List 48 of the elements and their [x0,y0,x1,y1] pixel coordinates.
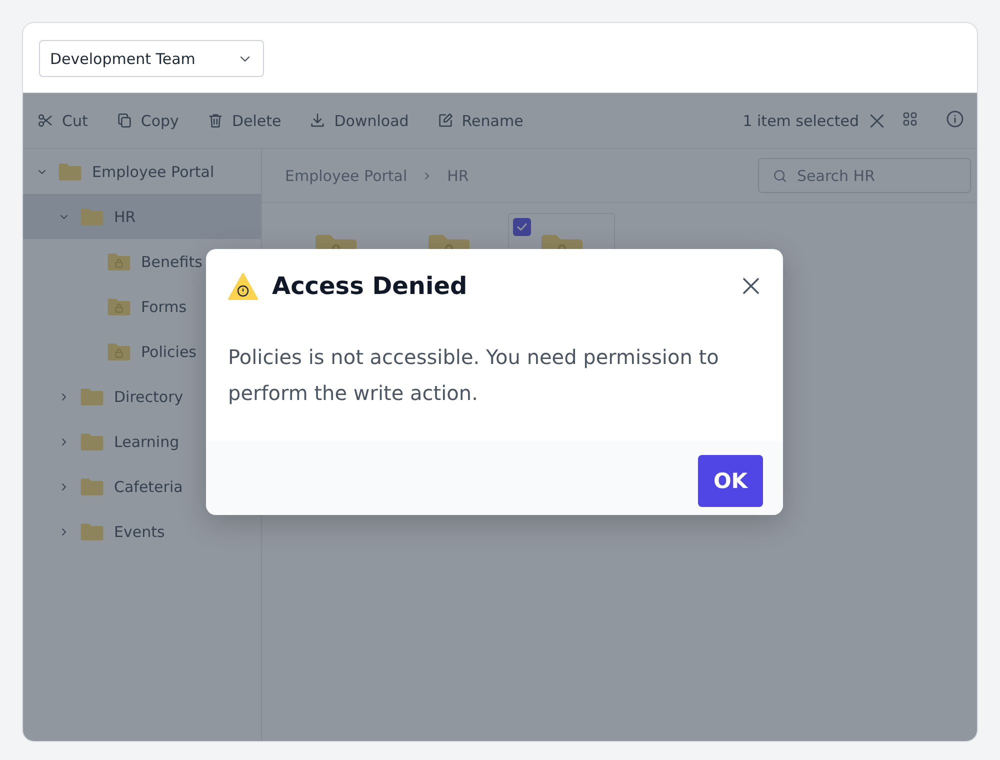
tree-item-label: HR [114,208,136,226]
folder-icon [80,206,104,226]
edit-icon [436,112,454,129]
folder-icon [80,522,104,542]
tree-item-label: Learning [114,432,180,450]
tree-item[interactable]: HR [23,194,261,239]
warning-icon [228,272,258,300]
tree-item-label: Directory [114,388,184,406]
locked-folder-icon [107,252,131,272]
tree-item[interactable]: Forms [23,284,261,329]
tree-item-label: Employee Portal [92,162,214,180]
tree-item-label: Events [114,522,165,540]
tree-item[interactable]: Events [23,509,261,554]
folder-icon [58,162,82,182]
tree-item-label: Policies [141,342,196,360]
breadcrumb-item[interactable]: HR [447,166,469,184]
tree-item[interactable]: Benefits [23,239,261,284]
download-icon [309,112,326,129]
info-icon[interactable] [945,108,965,128]
checkbox[interactable] [513,218,531,236]
folder-icon [80,476,104,496]
breadcrumb-item[interactable]: Employee Portal [285,166,408,184]
dialog-title: Access Denied [272,272,468,300]
locked-folder-icon [107,342,131,362]
folder-icon [80,432,104,452]
toolbar-button[interactable]: Copy [114,108,181,134]
toolbar-button[interactable]: Download [307,108,411,134]
ok-button[interactable]: OK [698,455,763,507]
folder-icon [80,386,104,406]
toolbar-button[interactable]: Rename [434,108,526,134]
tree-item-label: Benefits [141,252,202,270]
tree-item-label: Forms [141,298,187,316]
tree-item[interactable]: Cafeteria [23,464,261,509]
tree-item[interactable]: Learning [23,419,261,464]
search-icon [772,168,788,184]
trash-icon [206,112,224,129]
search-field[interactable]: Search HR [758,158,971,193]
toolbar-button[interactable]: Delete [204,108,284,134]
dialog-message: Policies is not accessible. You need permission to perform the write action. [227,344,720,407]
tree-item[interactable]: Employee Portal [23,149,261,194]
selection-count: 1 item selected [742,112,859,130]
toolbar-button[interactable]: Cut [35,108,90,134]
locked-folder-icon [107,296,131,316]
team-dropdown[interactable]: Development Team [39,40,264,77]
tree-item-label: Cafeteria [114,478,183,496]
scissors-icon [37,112,54,129]
copy-icon [116,112,133,129]
grid-icon[interactable] [901,110,919,128]
